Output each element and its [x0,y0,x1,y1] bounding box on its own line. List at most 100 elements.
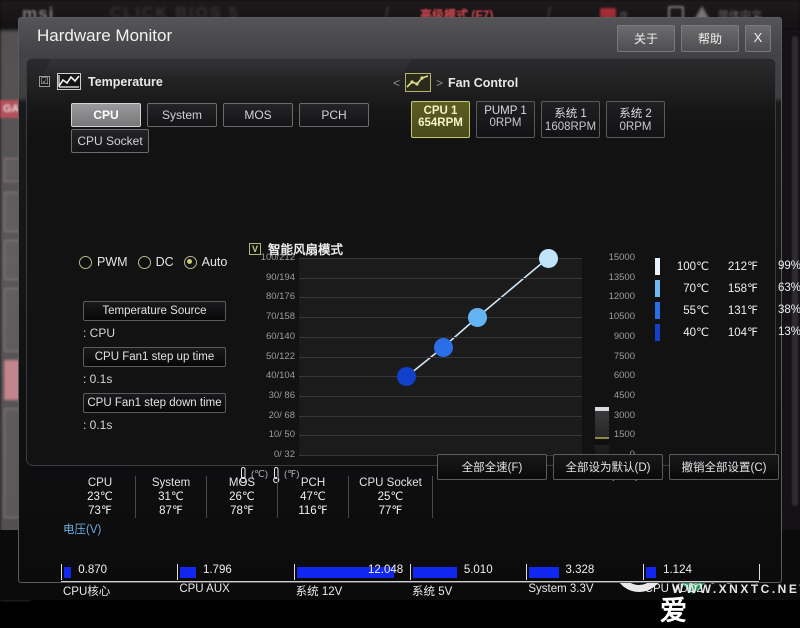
window-buttons: 关于 帮助 X [617,25,771,52]
tab-mos[interactable]: MOS [223,103,293,127]
all-default-button[interactable]: 全部设为默认(D) [553,454,663,480]
fan-button-cpu1[interactable]: CPU 1 654RPM [411,101,470,138]
fan-curve-point-4[interactable] [539,249,558,268]
y-tick-right: 6000 [614,370,635,381]
chart-gridline [299,357,582,358]
graph-icon [57,73,81,90]
dialog-titlebar: Hardware Monitor 关于 帮助 X [19,18,781,58]
fan-selector-buttons: CPU 1 654RPM PUMP 1 0RPM 系统 1 1608RPM 系统… [411,101,665,138]
legend-color-swatch [655,280,660,297]
tab-pch[interactable]: PCH [299,103,369,127]
about-button[interactable]: 关于 [617,25,675,52]
readout-celsius: 23℃ [69,490,131,504]
voltage-value: 5.010 [464,564,493,576]
dialog-title: Hardware Monitor [37,26,172,46]
temperature-readouts: CPU 23℃ 73℉ System 31℃ 87℉ MOS 26℃ 78℉ P… [65,476,433,518]
y-tick-left: 90/194 [266,272,295,283]
radio-auto[interactable]: Auto [184,255,228,269]
temperature-source-value: : CPU [83,326,226,340]
step-up-time-value: : 0.1s [83,372,226,386]
radio-label: DC [156,255,174,269]
help-button[interactable]: 帮助 [681,25,739,52]
voltage-name: CPU VDD2 [645,583,703,595]
y-tick-left: 10/ 50 [269,429,295,440]
fan-curve-chart[interactable] [299,258,582,456]
voltage-value: 3.328 [566,564,595,576]
tab-cpu-socket[interactable]: CPU Socket [71,129,149,153]
readout-fahrenheit: 77℉ [353,504,428,518]
fan-button-pump1[interactable]: PUMP 1 0RPM [476,101,535,138]
fan-rpm: 1608RPM [542,121,599,133]
chart-gridline [299,435,582,436]
action-buttons: 全部全速(F) 全部设为默认(D) 撤销全部设置(C) [437,454,779,480]
step-down-time-button[interactable]: CPU Fan1 step down time [83,393,226,413]
y-tick-right: 7500 [614,351,635,362]
voltage-name: 系统 5V [412,583,452,599]
chart-gridline [299,317,582,318]
fan-control-section-header: < > Fan Control [393,73,518,92]
legend-percent: 13% [767,326,800,338]
fan-control-section-label: Fan Control [448,76,518,90]
readout-fahrenheit: 116℉ [282,504,344,518]
tab-cpu[interactable]: CPU [71,103,141,127]
y-tick-right: 12000 [609,291,635,302]
voltage-bar-fill [646,567,656,578]
tab-system[interactable]: System [147,103,217,127]
legend-celsius: 40℃ [669,325,709,339]
readout-name: PCH [282,476,344,490]
legend-percent: 63% [767,282,800,294]
fan-button-sys1[interactable]: 系统 1 1608RPM [541,101,600,138]
rpm-slider-track[interactable] [595,411,609,455]
legend-fahrenheit: 131℉ [718,303,758,317]
legend-fahrenheit: 104℉ [718,325,758,339]
radio-pwm[interactable]: PWM [79,255,128,269]
readout-celsius: 31℃ [140,490,202,504]
y-tick-left: 80/176 [266,291,295,302]
step-up-time-button[interactable]: CPU Fan1 step up time [83,347,226,367]
y-tick-left: 100/212 [261,252,295,263]
y-tick-left: 40/104 [266,370,295,381]
chart-gridline [299,297,582,298]
fan-name: PUMP 1 [477,105,534,117]
readout-name: System [140,476,202,490]
smart-fan-checkbox[interactable]: V [249,243,261,255]
temperature-checkbox[interactable]: ☑ [39,76,50,87]
voltage-bar-fill [180,567,196,578]
legend-color-swatch [655,302,660,319]
readout-celsius: 26℃ [211,490,273,504]
radio-dot-icon [138,256,151,269]
legend-celsius: 70℃ [669,281,709,295]
temperature-source-control: Temperature Source : CPU [83,301,226,340]
voltage-baseline [61,581,759,582]
y-tick-right: 3000 [614,410,635,421]
fan-button-sys2[interactable]: 系统 2 0RPM [606,101,665,138]
y-tick-left: 0/ 32 [274,449,295,460]
voltage-value: 1.124 [663,564,692,576]
fan-curve-point-2[interactable] [434,338,453,357]
close-button[interactable]: X [745,25,771,52]
legend-fahrenheit: 158℉ [718,281,758,295]
voltage-value: 0.870 [78,564,107,576]
readout-name: CPU Socket [353,476,428,490]
temperature-source-button[interactable]: Temperature Source [83,301,226,321]
voltage-bracket [643,564,644,580]
voltage-bar-fill [413,567,457,578]
prev-arrow-icon[interactable]: < [393,76,400,90]
chart-gridline [299,376,582,377]
monitor-content: ☑ Temperature CPU System MOS PCH CPU Soc… [26,58,776,466]
radio-dc[interactable]: DC [138,255,174,269]
hardware-monitor-dialog: Hardware Monitor 关于 帮助 X ☑ Temperature C… [18,17,782,583]
legend-row: 40℃ 104℉ 13% [655,321,800,343]
fan-rpm: 0RPM [477,117,534,129]
all-full-speed-button[interactable]: 全部全速(F) [437,454,547,480]
undo-all-button[interactable]: 撤销全部设置(C) [669,454,779,480]
voltage-bracket [526,564,527,580]
fan-graph-icon [405,73,431,92]
fan-curve-point-3[interactable] [468,308,487,327]
chart-gridline [299,278,582,279]
legend-row: 100℃212℉99% [655,255,800,277]
voltage-section-title: 电压(V) [63,521,101,537]
chart-legend: 100℃212℉99%70℃158℉63%55℃131℉38%40℃104℉13… [655,255,800,343]
legend-percent: 99% [767,260,800,272]
next-arrow-icon[interactable]: > [436,76,443,90]
